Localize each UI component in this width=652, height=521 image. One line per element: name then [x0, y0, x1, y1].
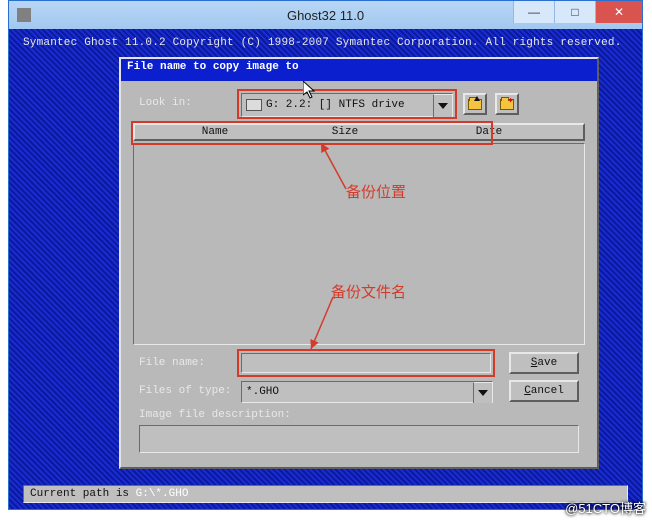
watermark: @51CTO博客	[565, 498, 646, 517]
folder-up-button[interactable]	[463, 93, 487, 115]
lookin-dropdown[interactable]: G: 2.2: [] NTFS drive	[241, 93, 453, 117]
copyright-text: Symantec Ghost 11.0.2 Copyright (C) 1998…	[23, 37, 628, 49]
description-label: Image file description:	[139, 409, 291, 421]
app-window: Ghost32 11.0 — □ ✕ Symantec Ghost 11.0.2…	[8, 0, 643, 510]
lookin-value: G: 2.2: [] NTFS drive	[266, 99, 405, 111]
chevron-down-icon[interactable]	[473, 382, 492, 403]
chevron-down-icon[interactable]	[433, 94, 452, 117]
cancel-button[interactable]: Cancel	[509, 380, 579, 402]
cancel-button-label: ancel	[531, 385, 564, 397]
filename-label: File name:	[139, 357, 205, 369]
minimize-button[interactable]: —	[513, 1, 554, 23]
maximize-button[interactable]: □	[554, 1, 595, 23]
description-input[interactable]	[139, 425, 579, 453]
col-size[interactable]: Size	[295, 125, 395, 139]
window-title: Ghost32 11.0	[287, 8, 364, 23]
window-controls: — □ ✕	[513, 1, 642, 23]
new-folder-icon: ✦	[500, 99, 514, 110]
status-prefix: Current path is	[30, 488, 136, 500]
drive-icon	[246, 99, 262, 111]
status-bar: Current path is G:\*.GHO	[23, 485, 628, 503]
new-folder-button[interactable]: ✦	[495, 93, 519, 115]
status-path: G:\*.GHO	[136, 488, 189, 500]
col-date[interactable]: Date	[395, 125, 583, 139]
dialog-body: Look in: G: 2.2: [] NTFS drive ✦	[121, 81, 597, 467]
save-button-label: ave	[537, 357, 557, 369]
file-list-header: Name Size Date	[133, 123, 585, 141]
lookin-label: Look in:	[139, 97, 192, 109]
col-name[interactable]: Name	[135, 125, 295, 139]
close-button[interactable]: ✕	[595, 1, 642, 23]
filetype-value: *.GHO	[246, 386, 279, 398]
app-icon	[17, 8, 31, 22]
win8-titlebar: Ghost32 11.0 — □ ✕	[9, 1, 642, 29]
file-list[interactable]	[133, 143, 585, 345]
save-image-dialog: File name to copy image to Look in: G: 2…	[119, 57, 599, 469]
dialog-title: File name to copy image to	[121, 59, 597, 81]
ghost-desktop: Symantec Ghost 11.0.2 Copyright (C) 1998…	[9, 29, 642, 509]
filetype-label: Files of type:	[139, 385, 231, 397]
save-button[interactable]: Save	[509, 352, 579, 374]
folder-up-icon	[468, 99, 482, 110]
filetype-dropdown[interactable]: *.GHO	[241, 381, 493, 403]
filename-input[interactable]	[241, 353, 491, 373]
